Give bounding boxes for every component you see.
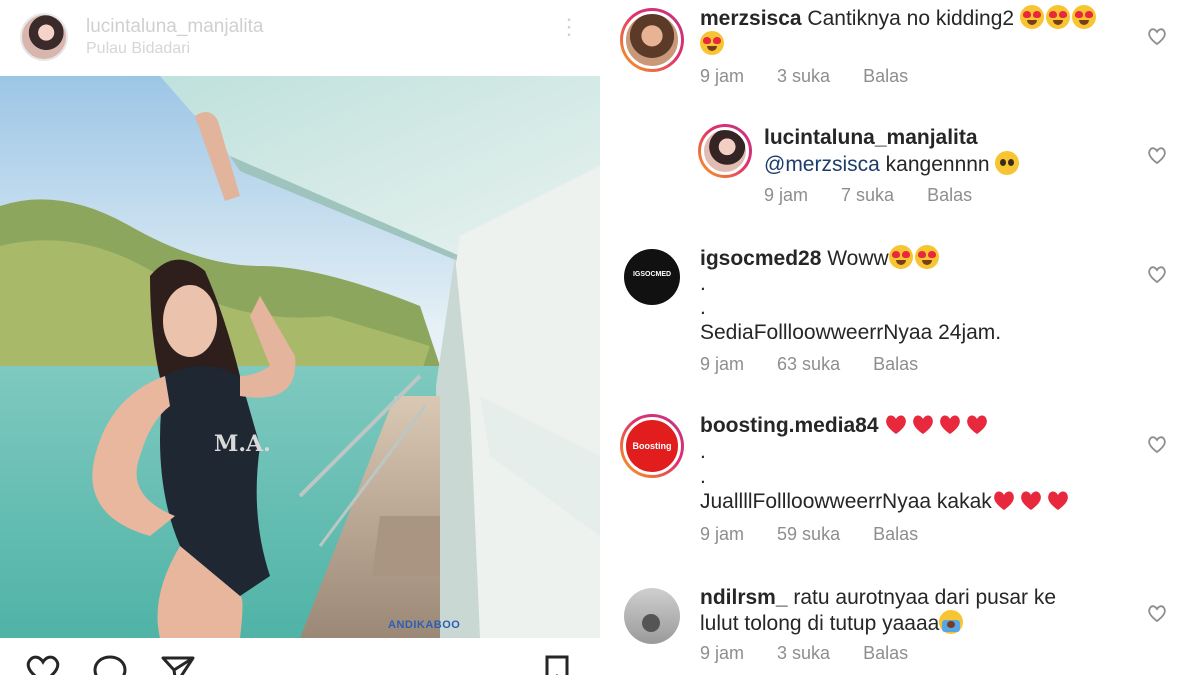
like-icon[interactable]	[24, 654, 62, 675]
comment-text: JuallllFollloowweerrNyaa kakak	[700, 490, 992, 513]
red-heart-emoji-icon	[967, 415, 988, 434]
red-heart-emoji-icon	[886, 415, 907, 434]
comment-likes[interactable]: 63 suka	[777, 354, 840, 375]
post-panel: lucintaluna_manjalita Pulau Bidadari ⋮ M…	[0, 0, 600, 675]
comment-meta: 9 jam 3 suka Balas	[700, 66, 936, 87]
pleading-face-emoji-icon	[995, 151, 1020, 175]
comment-likes[interactable]: 7 suka	[841, 185, 894, 206]
comment-likes[interactable]: 3 suka	[777, 66, 830, 87]
comment-meta: 9 jam 3 suka Balas	[700, 643, 936, 664]
comment-body: @merzsisca kangennnn	[764, 151, 1021, 178]
heart-eyes-emoji-icon	[700, 31, 724, 55]
comment-icon[interactable]	[92, 654, 128, 675]
post-header: lucintaluna_manjalita Pulau Bidadari ⋮	[0, 0, 600, 76]
red-heart-emoji-icon	[1020, 491, 1041, 510]
comment-username[interactable]: lucintaluna_manjalita	[764, 126, 978, 149]
comment-time: 9 jam	[700, 643, 745, 663]
comment-body: merzsisca Cantiknya no kidding2	[700, 5, 1098, 32]
post-photo-image: M.A.	[0, 76, 600, 638]
comment-line: .	[700, 296, 706, 319]
comment-likes[interactable]: 59 suka	[777, 524, 840, 545]
comment-mention[interactable]: @merzsisca	[764, 153, 880, 176]
post-location[interactable]: Pulau Bidadari	[86, 40, 190, 58]
comment-text: ratu aurotnyaa dari pusar ke	[793, 586, 1057, 609]
commenter-avatar[interactable]	[698, 124, 752, 178]
heart-eyes-emoji-icon	[1045, 5, 1070, 29]
commenter-avatar[interactable]	[624, 588, 680, 644]
heart-eyes-emoji-icon	[1019, 5, 1044, 29]
post-author-avatar[interactable]	[20, 13, 68, 61]
svg-text:M.A.: M.A.	[214, 431, 271, 457]
reply-button[interactable]: Balas	[927, 185, 972, 206]
comment-likes[interactable]: 3 suka	[777, 643, 830, 664]
comment-body-line: lulut tolong di tutup yaaaa	[700, 610, 965, 637]
comment-line: .	[700, 272, 706, 295]
photo-watermark: ANDIKABOO	[388, 619, 461, 631]
crying-face-emoji-icon	[939, 610, 964, 634]
comment-meta: 9 jam 59 suka Balas	[700, 524, 946, 545]
red-heart-emoji-icon	[1047, 491, 1068, 510]
comment-text: Cantiknya no kidding2	[807, 7, 1015, 30]
like-comment-icon[interactable]	[1147, 145, 1167, 165]
heart-eyes-emoji-icon	[914, 245, 939, 269]
comment-body: boosting.media84	[700, 413, 992, 439]
share-icon[interactable]	[160, 654, 196, 675]
comment-username[interactable]: ndilrsm_	[700, 586, 788, 609]
comment-line: SediaFollloowweerrNyaa 24jam.	[700, 321, 1002, 344]
reply-button[interactable]: Balas	[873, 354, 918, 375]
comment-text: kangennnn	[885, 153, 990, 176]
comment-username[interactable]: merzsisca	[700, 7, 802, 30]
bookmark-icon[interactable]	[542, 654, 572, 675]
red-heart-emoji-icon	[940, 415, 961, 434]
like-comment-icon[interactable]	[1147, 26, 1167, 46]
comment-body-line: JuallllFollloowweerrNyaa kakak	[700, 489, 1073, 515]
heart-eyes-emoji-icon	[1071, 5, 1096, 29]
comment-line: .	[700, 440, 706, 463]
post-photo[interactable]: M.A. ANDIKABOO	[0, 76, 600, 638]
post-author-username[interactable]: lucintaluna_manjalita	[86, 16, 263, 38]
like-comment-icon[interactable]	[1147, 434, 1167, 454]
comments-panel: merzsisca Cantiknya no kidding2 9 jam 3 …	[600, 0, 1200, 675]
comment-meta: 9 jam 7 suka Balas	[764, 185, 1000, 206]
comment-body-line2	[700, 31, 726, 58]
avatar-logo-text: IGSOCMED	[632, 271, 672, 278]
comment-line: .	[700, 465, 706, 488]
avatar-logo-text: Boosting	[632, 441, 672, 451]
commenter-avatar[interactable]	[620, 8, 684, 72]
comment-time: 9 jam	[700, 354, 745, 374]
comment-time: 9 jam	[700, 524, 745, 544]
comment-username[interactable]: boosting.media84	[700, 414, 879, 437]
post-actions-bar	[0, 638, 600, 675]
red-heart-emoji-icon	[913, 415, 934, 434]
reply-button[interactable]: Balas	[873, 524, 918, 545]
like-comment-icon[interactable]	[1147, 264, 1167, 284]
comment-body: ndilrsm_ ratu aurotnyaa dari pusar ke	[700, 585, 1056, 611]
comment-username[interactable]: igsocmed28	[700, 247, 821, 270]
more-options-icon[interactable]: ⋮	[558, 16, 580, 52]
comment-text: lulut tolong di tutup yaaaa	[700, 612, 940, 635]
reply-button[interactable]: Balas	[863, 643, 908, 664]
like-comment-icon[interactable]	[1147, 603, 1167, 623]
reply-button[interactable]: Balas	[863, 66, 908, 87]
red-heart-emoji-icon	[993, 491, 1014, 510]
comment-username-line: lucintaluna_manjalita	[764, 125, 978, 151]
comment-body: igsocmed28 Woww	[700, 245, 941, 272]
commenter-avatar[interactable]: Boosting	[620, 414, 684, 478]
comment-time: 9 jam	[700, 66, 745, 86]
comment-time: 9 jam	[764, 185, 809, 205]
comment-meta: 9 jam 63 suka Balas	[700, 354, 946, 375]
commenter-avatar[interactable]: IGSOCMED	[624, 249, 680, 305]
heart-eyes-emoji-icon	[888, 245, 913, 269]
comment-text: Woww	[827, 247, 889, 270]
